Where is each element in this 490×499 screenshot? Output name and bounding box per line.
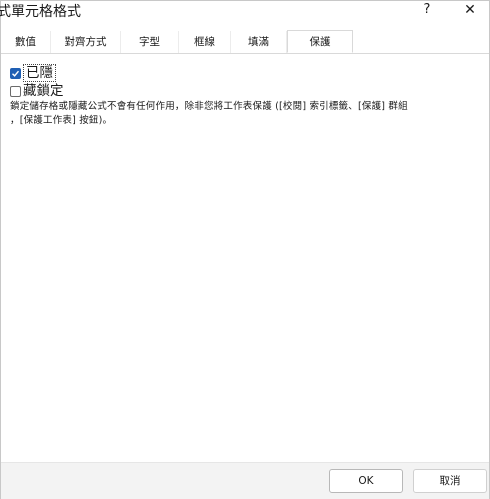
tab-strip: 數值 對齊方式 字型 框線 填滿 保護 bbox=[1, 30, 489, 54]
hidden-checkbox-label[interactable]: 已隱 bbox=[23, 64, 56, 82]
locked-checkbox[interactable] bbox=[10, 85, 21, 97]
cancel-button[interactable]: 取消 bbox=[413, 469, 487, 493]
dialog-footer: OK 取消 bbox=[1, 462, 489, 499]
tab-number[interactable]: 數值 bbox=[1, 31, 51, 53]
close-button[interactable]: ✕ bbox=[450, 1, 490, 19]
tab-font[interactable]: 字型 bbox=[121, 31, 179, 53]
locked-checkbox-label[interactable]: 藏鎖定 bbox=[23, 83, 66, 99]
tab-alignment[interactable]: 對齊方式 bbox=[51, 31, 121, 53]
format-cells-dialog: 式單元格格式 ? ✕ 數值 對齊方式 字型 框線 填滿 保護 已隱 藏鎖定 鎖定… bbox=[0, 0, 490, 499]
hidden-checkbox[interactable] bbox=[10, 67, 21, 79]
tab-border[interactable]: 框線 bbox=[179, 31, 231, 53]
protection-panel: 已隱 藏鎖定 鎖定儲存格或隱藏公式不會有任何作用，除非您將工作表保護 ([校閱]… bbox=[1, 54, 489, 462]
protection-description: 鎖定儲存格或隱藏公式不會有任何作用，除非您將工作表保護 ([校閱] 索引標籤、[… bbox=[10, 100, 440, 128]
description-line-1: 鎖定儲存格或隱藏公式不會有任何作用，除非您將工作表保護 ([校閱] 索引標籤、[… bbox=[10, 101, 408, 112]
description-line-2: ，[保護工作表] 按鈕)。 bbox=[10, 115, 113, 126]
ok-button[interactable]: OK bbox=[329, 469, 403, 493]
checkmark-icon bbox=[12, 70, 20, 77]
help-button[interactable]: ? bbox=[407, 1, 447, 19]
locked-checkbox-row[interactable]: 藏鎖定 bbox=[10, 82, 66, 100]
tab-fill[interactable]: 填滿 bbox=[231, 31, 287, 53]
tab-protection[interactable]: 保護 bbox=[287, 30, 353, 53]
hidden-checkbox-row[interactable]: 已隱 bbox=[10, 64, 56, 82]
dialog-title: 式單元格格式 bbox=[0, 4, 81, 20]
title-bar: 式單元格格式 ? ✕ bbox=[0, 1, 490, 31]
